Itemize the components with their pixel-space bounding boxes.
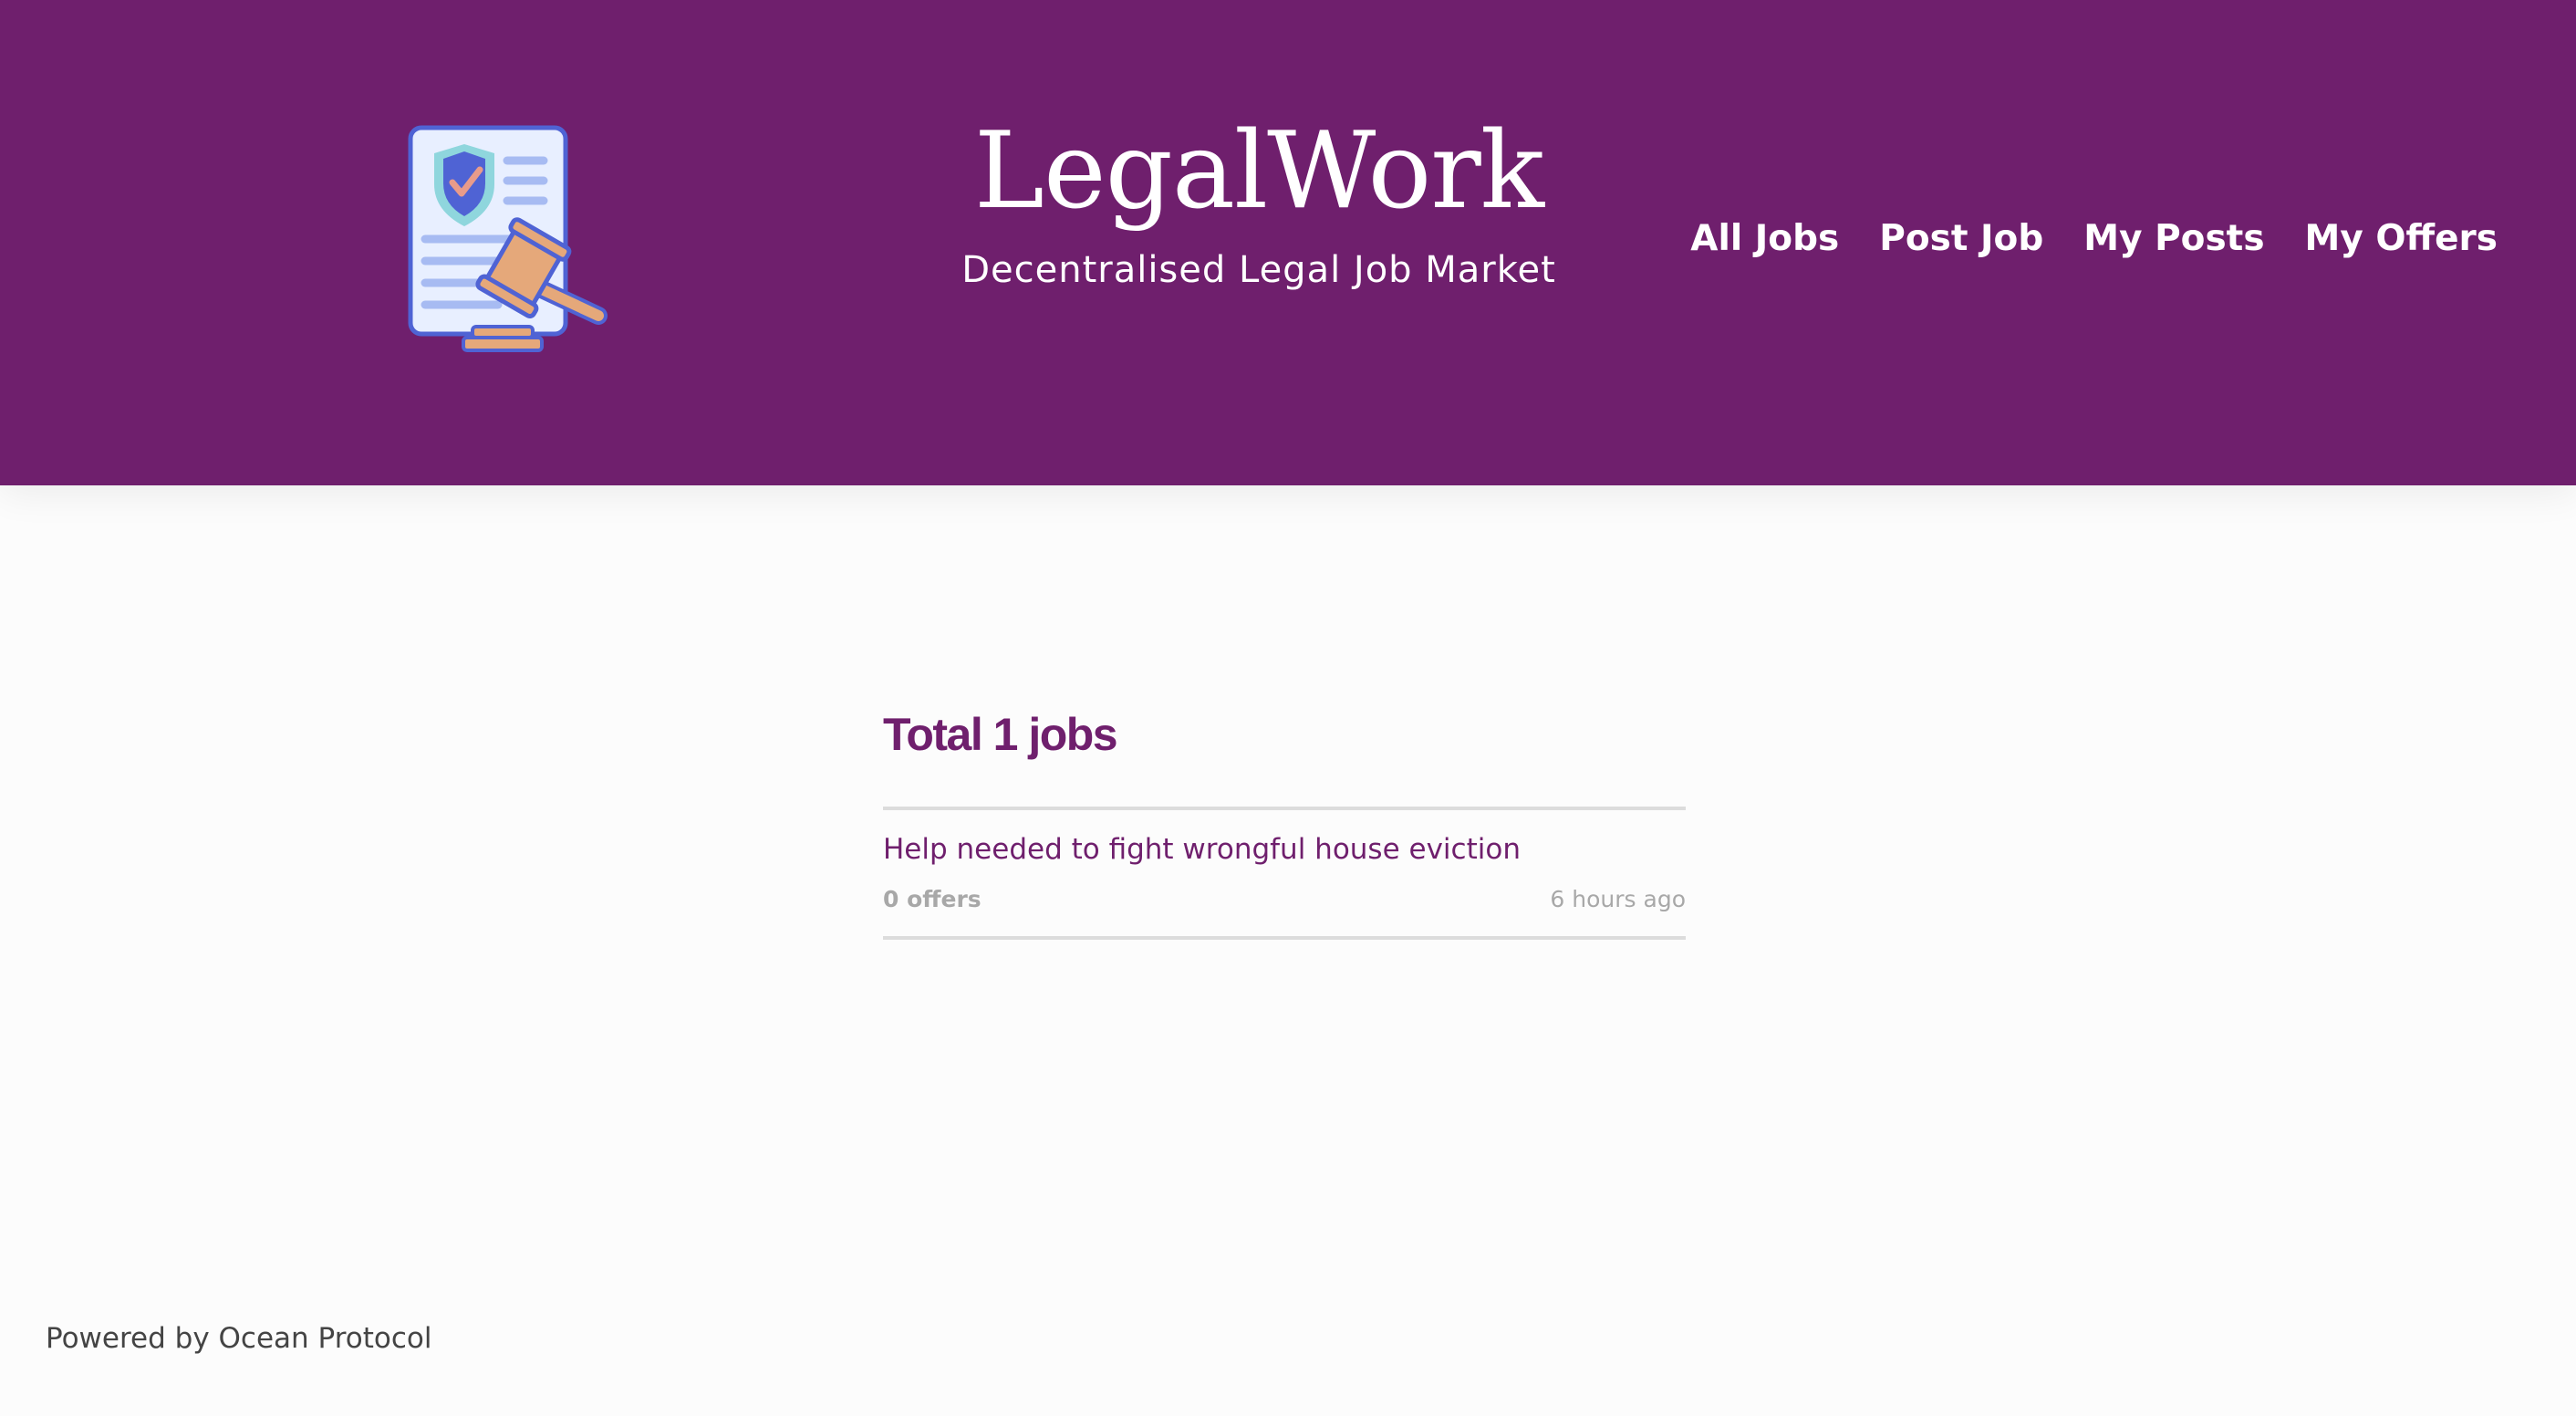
site-title[interactable]: LegalWork xyxy=(894,108,1624,235)
job-list-item[interactable]: Help needed to fight wrongful house evic… xyxy=(883,810,1686,940)
footer-credit: Powered by Ocean Protocol xyxy=(46,1322,432,1355)
legal-document-gavel-icon[interactable] xyxy=(407,124,617,358)
job-timestamp: 6 hours ago xyxy=(1550,886,1686,912)
nav-my-offers[interactable]: My Offers xyxy=(2305,213,2498,265)
nav-all-jobs[interactable]: All Jobs xyxy=(1690,213,1839,265)
nav-my-posts[interactable]: My Posts xyxy=(2083,213,2264,265)
job-list: Help needed to fight wrongful house evic… xyxy=(883,807,1686,940)
nav-post-job[interactable]: Post Job xyxy=(1879,213,2043,265)
job-title-link[interactable]: Help needed to fight wrongful house evic… xyxy=(883,828,1686,870)
job-board: Total 1 jobs Help needed to fight wrongf… xyxy=(883,703,1686,940)
job-meta: 0 offers 6 hours ago xyxy=(883,883,1686,916)
brand: LegalWork Decentralised Legal Job Market xyxy=(894,108,1624,297)
jobs-total-heading: Total 1 jobs xyxy=(883,709,1118,760)
site-header: LegalWork Decentralised Legal Job Market… xyxy=(0,0,2576,485)
main-nav: All Jobs Post Job My Posts My Offers xyxy=(1690,213,2498,265)
site-subtitle: Decentralised Legal Job Market xyxy=(961,249,1556,291)
job-offers-count: 0 offers xyxy=(883,886,982,912)
